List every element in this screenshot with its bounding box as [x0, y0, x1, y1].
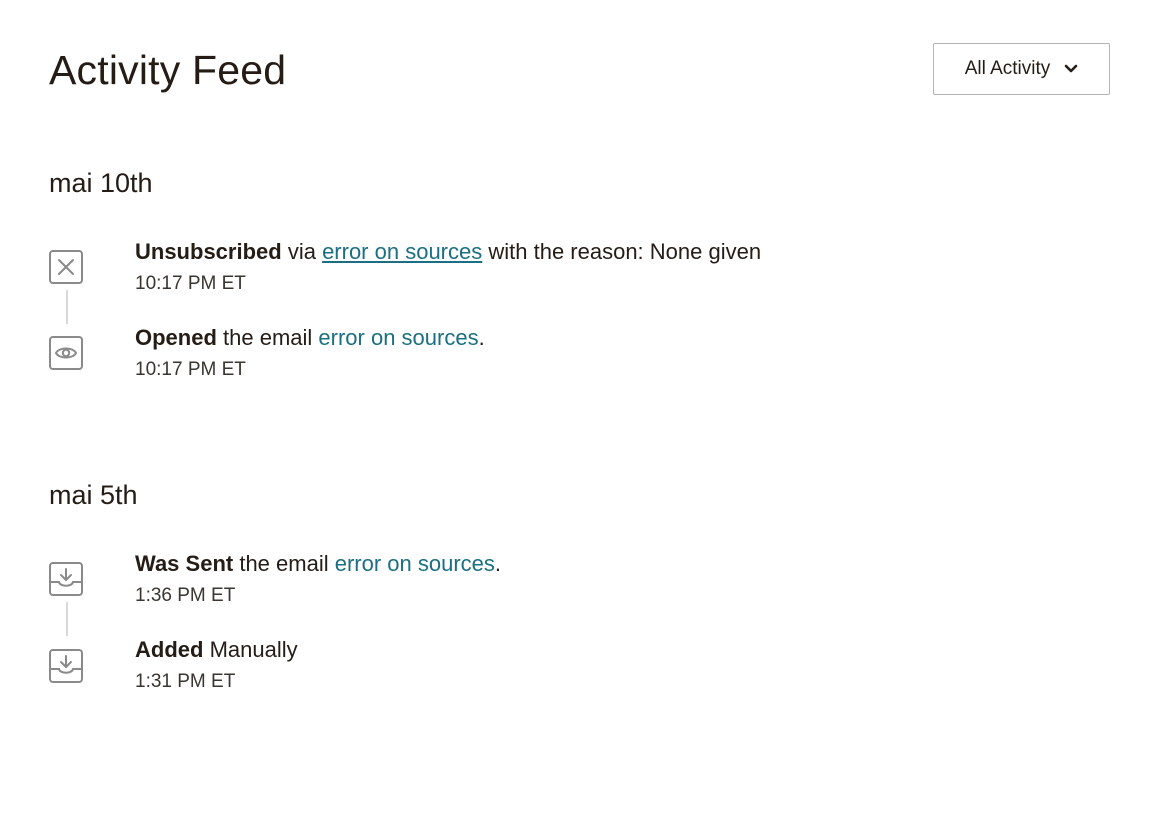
- event-text: via: [281, 239, 323, 264]
- event-action: Added: [135, 637, 204, 662]
- event-timestamp: 1:36 PM ET: [135, 585, 236, 606]
- unsubscribe-x-icon: [49, 250, 83, 284]
- event-action: Was Sent: [135, 551, 234, 576]
- event-timestamp: 10:17 PM ET: [135, 359, 246, 380]
- activity-event-added: Added Manually 1:31 PM ET: [135, 636, 298, 694]
- campaign-link[interactable]: error on sources: [322, 239, 482, 264]
- event-description: Opened the email error on sources.: [135, 324, 485, 352]
- event-text: .: [494, 551, 502, 576]
- day-heading: mai 10th: [49, 168, 153, 198]
- activity-event-was-sent: Was Sent the email error on sources. 1:3…: [135, 550, 501, 608]
- timeline-connector: [66, 602, 68, 636]
- event-action: Opened: [135, 325, 217, 350]
- event-action: Unsubscribed: [135, 239, 282, 264]
- timeline-connector: [66, 290, 68, 324]
- activity-feed-page: Activity Feed All Activity mai 10th Unsu…: [0, 0, 1156, 818]
- event-text: Manually: [203, 637, 298, 662]
- page-title: Activity Feed: [49, 47, 287, 93]
- activity-event-opened: Opened the email error on sources. 10:17…: [135, 324, 485, 382]
- activity-event-unsubscribed: Unsubscribed via error on sources with t…: [135, 238, 761, 296]
- inbox-download-icon: [49, 649, 83, 683]
- eye-icon: [49, 336, 83, 370]
- event-text: the email: [216, 325, 319, 350]
- event-text: with the reason: None given: [482, 239, 762, 264]
- event-description: Unsubscribed via error on sources with t…: [135, 238, 761, 266]
- day-heading: mai 5th: [49, 480, 138, 510]
- event-text: the email: [233, 551, 335, 576]
- campaign-link[interactable]: error on sources: [318, 325, 478, 350]
- event-text: .: [478, 325, 485, 350]
- event-description: Added Manually: [135, 636, 298, 664]
- event-timestamp: 10:17 PM ET: [135, 273, 246, 294]
- chevron-down-icon: [1064, 64, 1078, 73]
- campaign-link[interactable]: error on sources: [335, 551, 495, 576]
- inbox-download-icon: [49, 562, 83, 596]
- activity-filter-label: All Activity: [964, 58, 1051, 79]
- activity-filter-dropdown[interactable]: All Activity: [933, 43, 1110, 95]
- event-timestamp: 1:31 PM ET: [135, 671, 236, 692]
- event-description: Was Sent the email error on sources.: [135, 550, 501, 578]
